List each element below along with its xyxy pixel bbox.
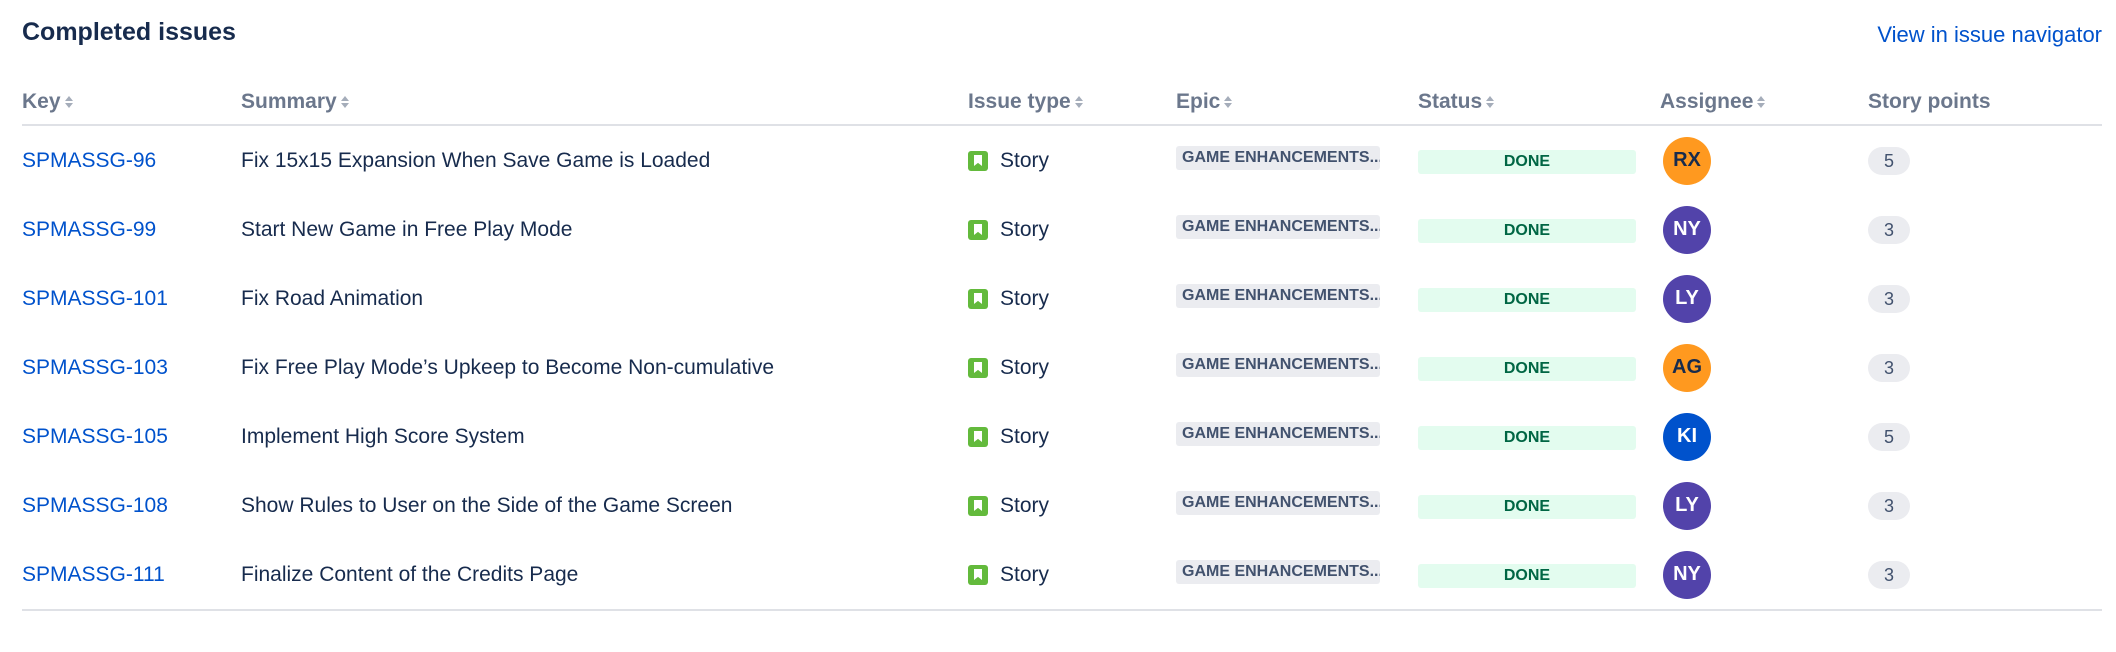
issue-type-label: Story [1000, 217, 1050, 241]
epic-lozenge[interactable]: GAME ENHANCEMENTS... [1176, 145, 1380, 170]
story-points-badge: 3 [1868, 491, 1910, 520]
story-icon [968, 495, 988, 516]
table-row: SPMASSG-96 Fix 15x15 Expansion When Save… [22, 125, 2102, 195]
epic-lozenge[interactable]: GAME ENHANCEMENTS... [1176, 283, 1380, 308]
issue-rows: SPMASSG-96 Fix 15x15 Expansion When Save… [22, 125, 2102, 611]
column-header-story-points: Story points [1868, 80, 2102, 126]
status-badge: DONE [1418, 494, 1636, 519]
story-icon [968, 219, 988, 240]
table-row: SPMASSG-108 Show Rules to User on the Si… [22, 471, 2102, 540]
story-points-badge: 5 [1868, 422, 1910, 451]
status-badge: DONE [1418, 218, 1636, 243]
issue-type-label: Story [1000, 493, 1050, 517]
status-badge: DONE [1418, 356, 1636, 381]
assignee-avatar[interactable]: AG [1663, 343, 1711, 392]
sort-icon [64, 95, 73, 109]
epic-lozenge[interactable]: GAME ENHANCEMENTS... [1176, 352, 1380, 377]
story-icon [968, 288, 988, 309]
issue-summary: Implement High Score System [241, 424, 525, 448]
story-icon [968, 357, 988, 378]
story-points-badge: 5 [1868, 146, 1910, 175]
story-points-badge: 3 [1868, 284, 1910, 313]
issue-key-link[interactable]: SPMASSG-111 [22, 563, 165, 586]
story-icon [968, 150, 988, 171]
epic-lozenge[interactable]: GAME ENHANCEMENTS... [1176, 421, 1380, 446]
status-badge: DONE [1418, 425, 1636, 450]
column-header-assignee[interactable]: Assignee [1660, 80, 1868, 126]
column-header-epic[interactable]: Epic [1176, 80, 1418, 126]
status-badge: DONE [1418, 149, 1636, 174]
assignee-avatar[interactable]: NY [1663, 550, 1711, 599]
sort-icon [1757, 95, 1766, 109]
table-row: SPMASSG-111 Finalize Content of the Cred… [22, 540, 2102, 611]
story-icon [968, 564, 988, 585]
table-row: SPMASSG-101 Fix Road Animation Story GAM… [22, 264, 2102, 333]
issue-key-link[interactable]: SPMASSG-108 [22, 494, 168, 517]
assignee-avatar[interactable]: LY [1663, 274, 1711, 323]
issue-key-link[interactable]: SPMASSG-96 [22, 149, 156, 172]
issue-summary: Finalize Content of the Credits Page [241, 540, 968, 611]
issue-key-link[interactable]: SPMASSG-99 [22, 218, 156, 241]
section-title: Completed issues [22, 18, 236, 46]
status-badge: DONE [1418, 563, 1636, 588]
issue-key-link[interactable]: SPMASSG-103 [22, 356, 168, 379]
story-points-badge: 3 [1868, 353, 1910, 382]
column-header-issue-type[interactable]: Issue type [968, 80, 1176, 126]
status-badge: DONE [1418, 287, 1636, 312]
assignee-avatar[interactable]: KI [1663, 412, 1711, 461]
issue-summary: Fix Free Play Mode’s Upkeep to Become No… [241, 355, 775, 379]
table-row: SPMASSG-103 Fix Free Play Mode’s Upkeep … [22, 333, 2102, 402]
story-points-badge: 3 [1868, 560, 1910, 589]
epic-lozenge[interactable]: GAME ENHANCEMENTS... [1176, 490, 1380, 515]
issue-summary: Fix 15x15 Expansion When Save Game is Lo… [241, 148, 711, 172]
story-points-badge: 3 [1868, 215, 1910, 244]
sort-icon [1224, 95, 1233, 109]
table-row: SPMASSG-105 Implement High Score System … [22, 402, 2102, 471]
assignee-avatar[interactable]: RX [1663, 136, 1711, 185]
column-header-summary[interactable]: Summary [241, 80, 968, 126]
issue-type-label: Story [1000, 562, 1050, 586]
story-icon [968, 426, 988, 447]
epic-lozenge[interactable]: GAME ENHANCEMENTS... [1176, 559, 1380, 584]
issue-type-label: Story [1000, 286, 1050, 310]
table-header-row: Key Summary Issue type Epic Status Assig… [22, 80, 2102, 126]
assignee-avatar[interactable]: NY [1663, 205, 1711, 254]
issue-type-label: Story [1000, 424, 1050, 448]
issue-key-link[interactable]: SPMASSG-105 [22, 425, 168, 448]
issue-summary: Show Rules to User on the Side of the Ga… [241, 493, 733, 517]
issue-type-label: Story [1000, 148, 1050, 172]
assignee-avatar[interactable]: LY [1663, 481, 1711, 530]
column-header-status[interactable]: Status [1418, 80, 1660, 126]
completed-issues-table: Key Summary Issue type Epic Status Assig… [22, 80, 2102, 611]
sort-icon [1074, 95, 1083, 109]
sort-icon [1486, 95, 1495, 109]
issue-key-link[interactable]: SPMASSG-101 [22, 287, 168, 310]
issue-summary: Fix Road Animation [241, 286, 424, 310]
issue-summary: Start New Game in Free Play Mode [241, 217, 573, 241]
table-row: SPMASSG-99 Start New Game in Free Play M… [22, 195, 2102, 264]
issue-type-label: Story [1000, 355, 1050, 379]
sort-icon [340, 95, 349, 109]
completed-issues-panel: Completed issues View in issue navigator… [0, 0, 2116, 652]
epic-lozenge[interactable]: GAME ENHANCEMENTS... [1176, 214, 1380, 239]
view-in-issue-navigator-link[interactable]: View in issue navigator [1877, 22, 2102, 48]
column-header-key[interactable]: Key [22, 80, 241, 126]
